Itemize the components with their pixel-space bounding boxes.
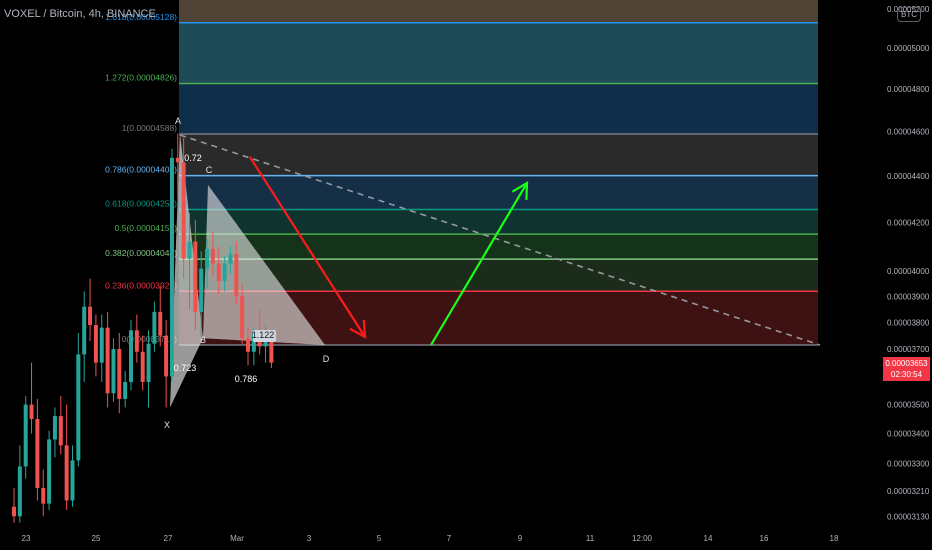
candle-body-37 [228,253,233,264]
candle-body-22 [140,351,145,383]
fib-zone-1 [179,23,818,84]
fib-level-label-6: 0.382(0.00004048) [105,248,177,258]
candle-body-13 [88,306,93,326]
candle-body-39 [240,296,245,339]
candle-body-3 [29,404,34,419]
candle-body-32 [199,268,204,312]
candle-body-38 [234,253,239,297]
y-tick-label-7: 0.00003900 [887,292,930,301]
candle-body-6 [47,439,52,504]
pattern-point-x: X [164,420,170,430]
candle-body-7 [52,416,57,440]
candle-body-1 [17,466,22,517]
x-tick-label-8: 11 [586,534,595,543]
candle-body-17 [111,349,116,394]
currency-badge[interactable]: BTC [897,7,921,22]
fib-zone-0 [179,0,818,23]
x-tick-label-1: 25 [92,534,101,543]
ratio-label-cd: 1.122 [252,330,275,340]
x-tick-label-5: 5 [377,534,382,543]
pattern-point-a: A [175,116,181,126]
ratio-label-ab: 0.72 [184,153,202,163]
symbol-title[interactable]: VOXEL / Bitcoin, 4h, BINANCE [4,8,156,20]
fib-zone-2 [179,84,818,134]
last-price-value: 0.00003653 [885,359,928,368]
ratio-label-bc: 0.786 [235,374,258,384]
candle-body-24 [152,311,157,344]
fib-level-label-2: 1(0.00004588) [122,123,177,133]
x-tick-label-10: 14 [704,534,713,543]
candle-body-18 [117,349,122,399]
candle-body-34 [210,248,215,264]
x-tick-label-12: 18 [830,534,839,543]
candle-body-23 [146,343,151,383]
candle-body-4 [35,418,40,488]
candle-body-12 [82,306,87,355]
x-tick-label-7: 9 [518,534,523,543]
fib-zone-3 [179,134,818,176]
fib-level-label-4: 0.618(0.00004254) [105,199,177,209]
fib-zone-4 [179,176,818,209]
y-tick-label-9: 0.00003700 [887,345,930,354]
candle-body-16 [105,327,110,394]
fib-level-label-5: 0.5(0.00004151) [115,223,178,233]
candle-body-28 [175,157,180,163]
candle-body-8 [58,416,63,446]
candle-body-40 [246,338,250,352]
pattern-point-c: C [206,165,213,175]
candle-body-44 [269,340,274,363]
candle-body-21 [134,330,139,352]
pattern-point-d: D [323,354,330,364]
ratio-label-xb: 0.723 [174,363,197,373]
y-tick-label-3: 0.00004600 [887,127,930,136]
x-tick-label-9: 12:00 [632,534,653,543]
fib-level-label-7: 0.236(0.00003920) [105,280,177,290]
candle-body-9 [64,445,69,501]
candle-body-35 [216,263,221,282]
candle-body-26 [164,335,169,377]
y-tick-label-1: 0.00005000 [887,44,930,53]
fib-level-label-1: 1.272(0.00004826) [105,72,177,82]
candle-body-25 [158,311,163,336]
x-tick-label-4: 3 [307,534,312,543]
y-tick-label-14: 0.00003210 [887,487,930,496]
candle-body-29 [181,162,186,259]
candle-body-0 [12,506,16,517]
x-tick-label-3: Mar [230,534,244,543]
x-tick-label-6: 7 [447,534,452,543]
y-tick-label-11: 0.00003500 [887,401,930,410]
candle-body-2 [23,404,28,467]
x-tick-label-2: 27 [164,534,173,543]
candle-body-15 [99,327,104,363]
candle-body-10 [70,460,75,501]
candle-body-36 [222,263,227,282]
y-tick-label-8: 0.00003800 [887,318,930,327]
y-tick-label-2: 0.00004800 [887,85,930,94]
candle-body-30 [187,241,192,259]
candle-body-31 [193,241,198,312]
candle-body-14 [93,325,98,363]
candle-body-19 [123,382,128,399]
candle-body-11 [76,354,81,461]
candle-body-27 [169,157,174,377]
chart-canvas[interactable]: 1.618(0.00005128)1.272(0.00004826)1(0.00… [0,0,932,550]
candle-body-5 [41,487,46,504]
y-tick-label-15: 0.00003130 [887,512,930,521]
x-tick-label-11: 16 [760,534,769,543]
y-tick-label-6: 0.00004000 [887,267,930,276]
bar-countdown: 02:30:54 [890,370,923,379]
candle-body-20 [129,330,133,383]
x-tick-label-0: 23 [22,534,31,543]
last-price-tag: 0.00003653 02:30:54 [883,357,930,381]
fib-level-label-3: 0.786(0.00004401) [105,165,177,175]
candle-body-33 [205,248,210,269]
y-tick-label-4: 0.00004400 [887,172,930,181]
fib-zone-6 [179,234,818,259]
y-tick-label-13: 0.00003300 [887,459,930,468]
y-tick-label-12: 0.00003400 [887,430,930,439]
y-tick-label-5: 0.00004200 [887,218,930,227]
